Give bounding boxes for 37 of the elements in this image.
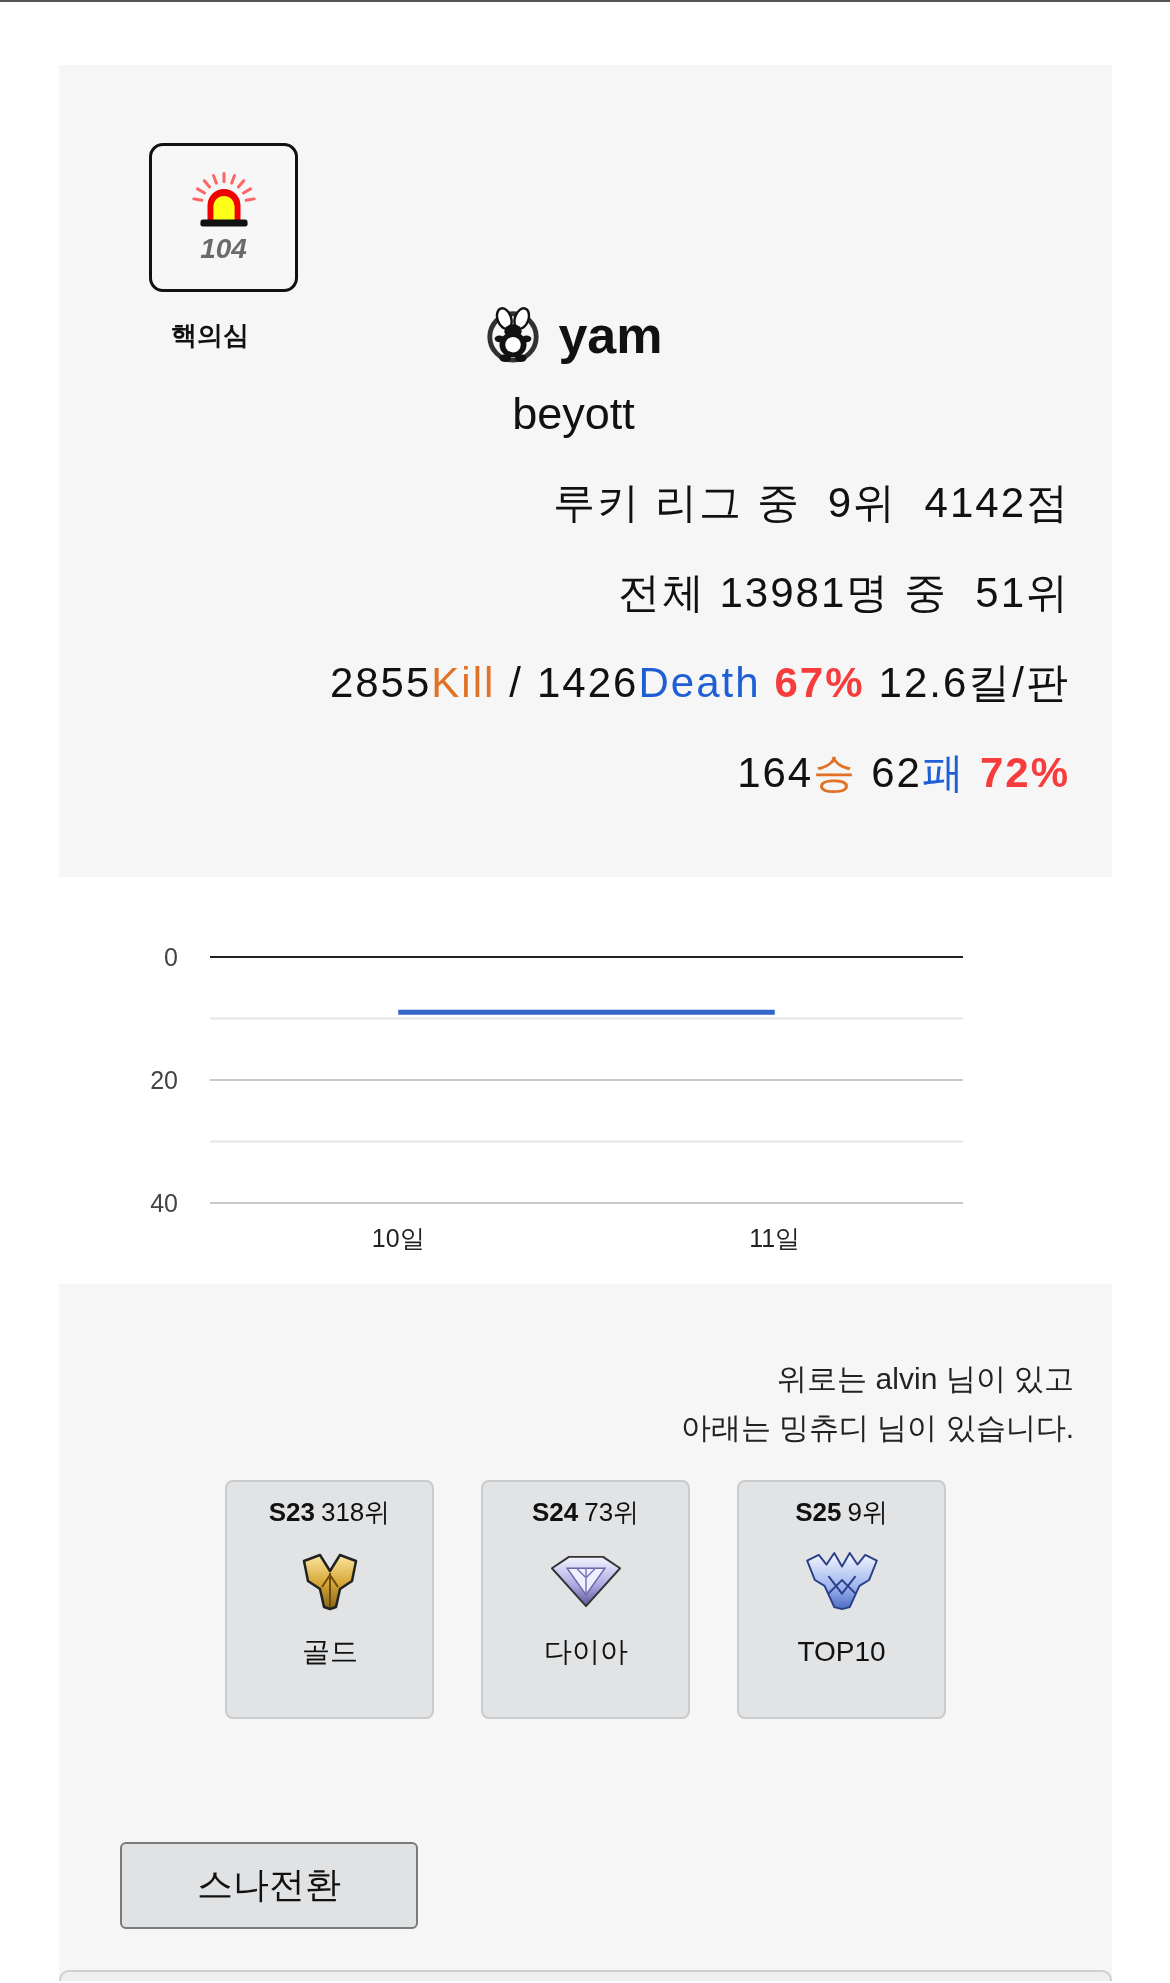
kill-label: Kill <box>431 658 496 708</box>
tier-name: TOP10 <box>797 1635 886 1669</box>
y-axis-label: 20 <box>150 1066 178 1094</box>
death-count: 1426 <box>537 658 639 708</box>
kills-per-game: 12.6킬/판 <box>878 658 1070 708</box>
clan-name: yam <box>558 305 663 365</box>
kill-rate: 67% <box>774 658 865 708</box>
overall-rank-text: 전체 13981명 중 51위 <box>617 568 1070 618</box>
kill-count: 2855 <box>329 658 432 708</box>
league-rank-text: 루키 리그 중 9위 4142점 <box>553 478 1070 528</box>
switch-button[interactable]: 스나전환 <box>120 1842 418 1929</box>
season-label: S25 <box>795 1496 842 1529</box>
diamond-emblem-icon <box>549 1554 622 1608</box>
badge-title: 핵의심 <box>171 320 249 350</box>
win-count: 164 <box>737 748 814 798</box>
player-name: beyott <box>512 387 635 441</box>
slash-separator: / <box>509 658 523 708</box>
neighbor-text: 위로는 alvin 님이 있고 아래는 밍츄디 님이 있습니다. <box>680 1361 1074 1446</box>
season-rank: 73위 <box>584 1496 640 1529</box>
season-rank: 9위 <box>847 1496 888 1529</box>
season-label: S24 <box>531 1496 579 1529</box>
y-axis-label: 0 <box>164 943 178 971</box>
win-rate: 72% <box>979 748 1070 798</box>
loss-label: 패 <box>921 748 966 798</box>
siren-icon <box>190 171 257 228</box>
x-axis-label: 11일 <box>749 1224 801 1252</box>
tier-name: 골드 <box>301 1635 358 1669</box>
season-label: S23 <box>268 1496 315 1529</box>
x-axis-label: 10일 <box>371 1224 425 1252</box>
crown-emblem-icon <box>804 1551 879 1611</box>
y-axis-label: 40 <box>150 1189 178 1217</box>
death-label: Death <box>638 658 761 708</box>
season-rank: 318위 <box>320 1496 391 1529</box>
badge-number: 104 <box>200 234 247 264</box>
loss-count: 62 <box>871 748 922 798</box>
tier-name: 다이아 <box>543 1635 628 1669</box>
win-label: 승 <box>813 748 858 798</box>
